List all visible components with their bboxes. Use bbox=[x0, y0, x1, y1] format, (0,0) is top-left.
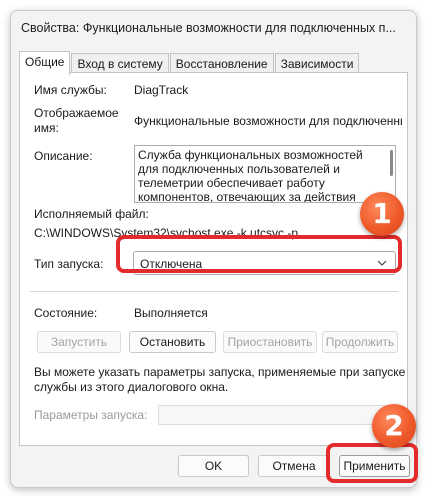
status-label: Состояние: bbox=[34, 306, 98, 320]
apply-button-highlight bbox=[326, 443, 418, 483]
window-title: Свойства: Функциональные возможности для… bbox=[21, 21, 396, 35]
hint-text-line2: службы из этого диалогового окна. bbox=[34, 380, 229, 394]
tab-strip: Общие Вход в систему Восстановление Зави… bbox=[19, 51, 360, 75]
executable-label: Исполняемый файл: bbox=[34, 207, 149, 221]
step-2-badge: 2 bbox=[372, 404, 416, 448]
start-params-input[interactable] bbox=[158, 405, 396, 425]
ok-button[interactable]: OK bbox=[178, 455, 249, 477]
status-value: Выполняется bbox=[134, 306, 208, 320]
display-name-label-line2: имя: bbox=[34, 121, 59, 135]
description-scrollbar[interactable] bbox=[390, 150, 393, 176]
tab-general[interactable]: Общие bbox=[19, 51, 71, 75]
pause-button[interactable]: Приостановить bbox=[223, 331, 317, 353]
display-name-value[interactable]: Функциональные возможности для подключен… bbox=[134, 114, 402, 128]
description-label: Описание: bbox=[34, 149, 93, 163]
startup-type-highlight bbox=[116, 235, 402, 273]
start-params-label: Параметры запуска: bbox=[34, 408, 148, 422]
hint-text-line1: Вы можете указать параметры запуска, при… bbox=[34, 365, 406, 379]
separator bbox=[30, 291, 398, 292]
title-bar: Свойства: Функциональные возможности для… bbox=[11, 11, 416, 45]
startup-type-label: Тип запуска: bbox=[34, 257, 104, 271]
resume-button[interactable]: Продолжить bbox=[322, 331, 398, 353]
description-text: Служба функциональных возможностей для п… bbox=[138, 148, 363, 203]
step-1-badge: 1 bbox=[360, 192, 404, 236]
stop-button[interactable]: Остановить bbox=[129, 331, 216, 353]
start-button[interactable]: Запустить bbox=[37, 331, 121, 353]
description-box[interactable]: Служба функциональных возможностей для п… bbox=[134, 145, 396, 203]
service-name-value: DiagTrack bbox=[134, 83, 189, 97]
service-name-label: Имя службы: bbox=[34, 83, 107, 97]
cancel-button[interactable]: Отмена bbox=[258, 455, 330, 477]
display-name-label-line1: Отображаемое bbox=[34, 106, 119, 120]
